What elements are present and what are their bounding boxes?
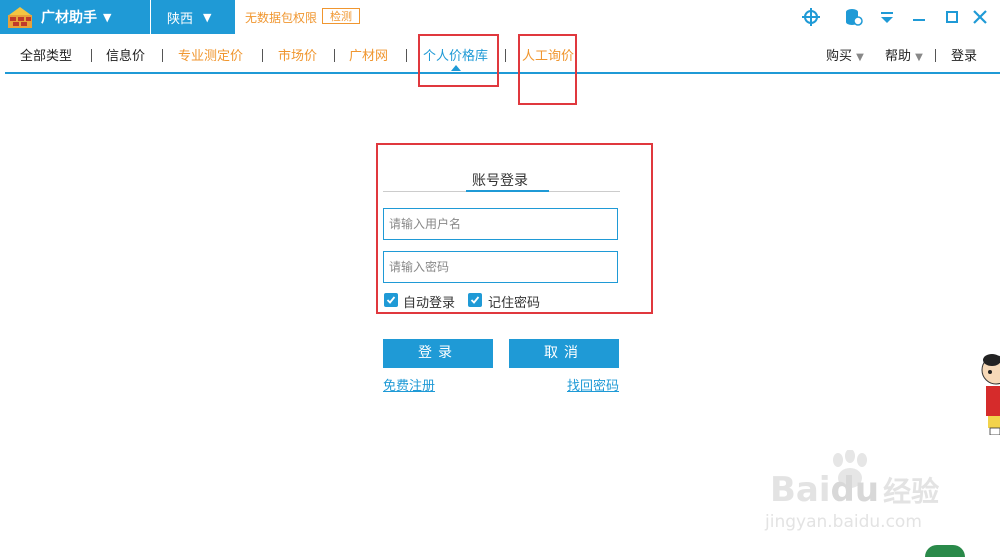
buy-menu[interactable]: 购买 ▼ [826, 45, 864, 64]
chevron-down-icon: ▼ [856, 52, 864, 63]
highlight-box [518, 34, 577, 105]
close-icon[interactable] [970, 7, 990, 27]
tab-guangcai-web[interactable]: 广材网 [349, 45, 388, 64]
nav-divider [935, 49, 936, 62]
region-selector[interactable]: 陕西 ▼ [151, 0, 235, 34]
detect-button[interactable]: 检测 [322, 8, 360, 24]
nav-divider [262, 49, 263, 62]
nav-divider [91, 49, 92, 62]
help-menu[interactable]: 帮助 ▼ [885, 45, 923, 64]
password-input[interactable] [383, 251, 618, 283]
cancel-button[interactable]: 取消 [509, 339, 619, 368]
app-window: 广材助手 ▼ 陕西 ▼ 无数据包权限 检测 全部类型 信息价 专业测定价 市场价… [0, 0, 1000, 557]
maximize-icon[interactable] [942, 7, 962, 27]
app-logo-icon [7, 5, 33, 29]
login-button[interactable]: 登录 [383, 339, 493, 368]
crosshair-icon[interactable] [801, 7, 821, 27]
tab-professional-price[interactable]: 专业测定价 [178, 45, 243, 64]
region-label: 陕西 [167, 11, 194, 27]
tab-info-price[interactable]: 信息价 [106, 45, 145, 64]
recover-password-link[interactable]: 找回密码 [567, 375, 619, 394]
nav-divider [334, 49, 335, 62]
nav-divider [505, 49, 506, 62]
data-permission-notice: 无数据包权限 [245, 11, 318, 25]
check-icon [386, 296, 396, 304]
tab-all-types[interactable]: 全部类型 [20, 45, 72, 64]
tab-market-price[interactable]: 市场价 [278, 45, 317, 64]
login-link[interactable]: 登录 [951, 45, 977, 64]
check-icon [470, 296, 480, 304]
database-icon[interactable] [843, 7, 863, 27]
watermark-brand: Baidu 经验 [770, 470, 940, 510]
account-login-tab[interactable]: 账号登录 [472, 170, 528, 190]
username-input[interactable] [383, 208, 618, 240]
auto-login-label: 自动登录 [403, 296, 456, 311]
app-menu[interactable]: 广材助手 ▼ [0, 0, 150, 34]
category-nav: 全部类型 信息价 专业测定价 市场价 广材网 个人价格库 人工询价 购买 ▼ 帮… [5, 34, 1000, 74]
baidu-watermark: Baidu 经验 jingyan.baidu.com [765, 450, 970, 545]
mascot-image [978, 350, 1000, 436]
help-label: 帮助 [885, 49, 912, 64]
app-name: 广材助手 [41, 10, 97, 26]
chevron-down-icon: ▼ [203, 10, 212, 24]
minimize-icon[interactable] [909, 7, 929, 27]
buy-label: 购买 [826, 49, 853, 64]
chevron-down-icon: ▼ [103, 10, 112, 24]
auto-login-checkbox[interactable] [384, 293, 398, 307]
dropdown-menu-icon[interactable] [877, 7, 897, 27]
nav-divider [162, 49, 163, 62]
highlight-box [418, 34, 499, 87]
remember-password-checkbox[interactable] [468, 293, 482, 307]
remember-password-label: 记住密码 [488, 296, 541, 311]
title-bar: 广材助手 ▼ 陕西 ▼ 无数据包权限 检测 [0, 0, 1000, 34]
active-tab-underline [466, 190, 549, 192]
register-link[interactable]: 免费注册 [383, 375, 435, 394]
chevron-down-icon: ▼ [915, 52, 923, 63]
nav-divider [406, 49, 407, 62]
watermark-url: jingyan.baidu.com [765, 512, 922, 532]
taskbar-app-icon [925, 545, 965, 557]
